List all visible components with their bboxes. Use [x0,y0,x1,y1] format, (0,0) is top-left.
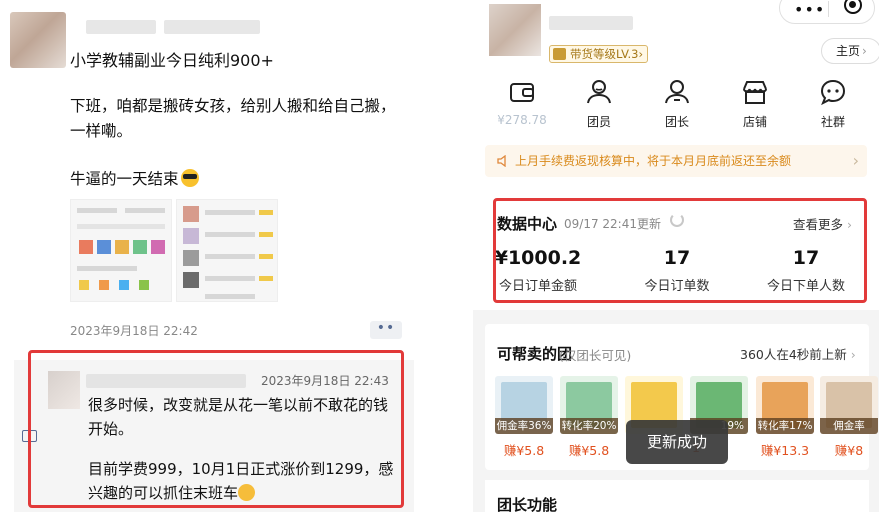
nav-leader-label: 团长 [664,115,689,129]
menu-dots-icon[interactable]: ••• [794,2,825,18]
notice-text: 上月手续费返现核算中，将于本月月底前返还至余额 [515,154,792,168]
nav-members-label: 团员 [586,115,611,129]
product-rate: 佣金率 [820,418,878,434]
product-earn: 赚¥8 [834,443,864,458]
product-earn: 赚¥5.8 [568,443,610,458]
nav-wallet[interactable]: ¥278.78 [497,78,547,127]
nav-shop-label: 店铺 [742,115,767,129]
post-closing: 牛逼的一天结束 [70,167,199,189]
close-target-icon[interactable] [844,0,862,14]
post-closing-text: 牛逼的一天结束 [70,170,179,188]
nav-leader[interactable]: 团长 [652,78,702,130]
leader-icon [665,80,689,104]
shop-icon [743,81,767,104]
notice-bar[interactable]: 上月手续费返现核算中，将于本月月底前返还至余额 › [485,145,867,177]
user-avatar[interactable] [489,4,541,56]
wallet-icon [510,83,534,102]
level-badge-text: 带货等级LV.3 [570,47,639,61]
moments-panel: 小学教辅副业今日纯利900+ 下班，咱都是搬砖女孩，给别人搬和给自己搬，一样嘞。… [0,0,414,512]
leader-functions-title: 团长功能 [497,496,558,512]
level-badge[interactable]: 带货等级LV.3› [549,45,649,63]
product-card[interactable]: 转化率17% 赚¥13.3 [756,376,814,459]
highlight-frame-data [493,198,867,303]
post-more-button[interactable]: •• [370,321,402,339]
cool-emoji-icon [180,169,199,187]
nav-community-label: 社群 [820,115,845,129]
post-title: 小学教辅副业今日纯利900+ [70,51,274,70]
poster-name-blurred[interactable] [86,20,156,34]
level-badge-arrow: › [638,47,644,61]
sellable-groups-subtitle: (仅团长可见) [559,348,632,363]
post-images [70,199,278,302]
home-button[interactable]: 主页 [821,38,879,64]
nav-members[interactable]: 团员 [574,78,624,130]
miniprogram-capsule[interactable]: ••• [779,0,875,24]
product-card[interactable]: 佣金率 赚¥8 [820,376,878,459]
nav-community[interactable]: 社群 [808,78,858,130]
community-icon [820,79,846,106]
wallet-balance: ¥278.78 [497,113,547,127]
poster-name-blurred-2 [164,20,260,34]
product-rate: 转化率17% [756,418,814,434]
product-rate: 佣金率36% [495,418,553,434]
toast-message: 更新成功 [626,420,728,464]
notice-arrow-icon: › [852,151,859,170]
post-paragraph: 下班，咱都是搬砖女孩，给别人搬和给自己搬，一样嘞。 [70,97,396,140]
highlight-frame-comment [28,350,404,508]
sellable-groups-recent-link[interactable]: 360人在4秒前上新 [740,344,856,363]
product-earn: 赚¥13.3 [760,443,810,458]
product-rate: 转化率20% [560,418,618,434]
post-image-1[interactable] [70,199,172,302]
capsule-separator [828,1,829,17]
product-earn: 赚¥5.8 [503,443,545,458]
poster-avatar[interactable] [10,12,66,68]
member-icon [587,80,611,104]
product-image: 转化率17% [756,376,814,434]
product-image: 转化率20% [560,376,618,434]
product-card[interactable]: 转化率20% 赚¥5.8 [560,376,618,459]
post-timestamp: 2023年9月18日 22:42 [70,324,198,338]
speaker-icon [497,155,506,167]
leader-app-panel: ••• 带货等级LV.3› 主页 ¥278.78 团员 团长 [473,0,879,512]
post-image-2[interactable] [176,199,278,302]
product-card[interactable]: 佣金率36% 赚¥5.8 [495,376,553,459]
nav-shop[interactable]: 店铺 [730,78,780,130]
product-image: 佣金率36% [495,376,553,434]
product-image: 佣金率 [820,376,878,434]
